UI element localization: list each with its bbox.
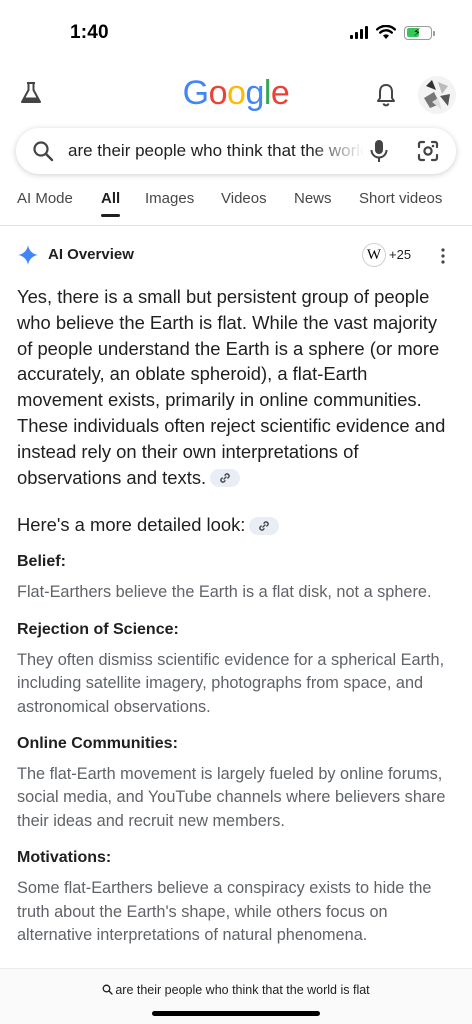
tab-label: All xyxy=(101,190,121,207)
more-options-icon[interactable] xyxy=(440,248,446,264)
search-input[interactable]: are their people who think that the worl… xyxy=(68,141,364,161)
ai-overview-content: Yes, there is a small but persistent gro… xyxy=(17,284,457,947)
citation-link-chip[interactable] xyxy=(210,468,241,487)
labs-flask-icon[interactable] xyxy=(18,80,44,106)
tab-label: News xyxy=(294,190,332,207)
source-count[interactable]: +25 xyxy=(389,247,411,262)
detailed-look-heading: Here's a more detailed look: xyxy=(17,513,457,537)
header: Google xyxy=(0,68,472,124)
search-icon xyxy=(33,141,54,162)
tab-label: Short videos xyxy=(359,190,443,207)
search-icon xyxy=(102,984,114,995)
avatar[interactable] xyxy=(418,76,456,114)
tab-all[interactable]: All xyxy=(101,190,121,217)
ai-overview-header: AI Overview W +25 xyxy=(16,240,456,270)
section-title: Rejection of Science: xyxy=(17,620,179,638)
tab-label: Videos xyxy=(221,190,267,207)
microphone-icon[interactable] xyxy=(368,139,390,163)
detail-section-rejection-of-science: Rejection of Science: They often dismiss… xyxy=(17,619,457,719)
wikipedia-source-icon[interactable]: W xyxy=(362,243,386,267)
section-title: Belief: xyxy=(17,553,66,571)
tab-news[interactable]: News xyxy=(294,190,332,207)
search-bar[interactable]: are their people who think that the worl… xyxy=(16,128,456,174)
link-icon xyxy=(220,472,230,483)
ai-overview-title: AI Overview xyxy=(48,246,134,263)
detail-section-belief: Belief: Flat-Earthers believe the Earth … xyxy=(17,551,457,604)
tab-ai-mode[interactable]: AI Mode xyxy=(17,190,73,207)
section-title: Online Communities: xyxy=(17,735,178,752)
logo-letter: G xyxy=(182,74,209,112)
bottom-url-bar[interactable]: are their people who think that the worl… xyxy=(0,968,472,1024)
google-logo[interactable]: Google xyxy=(183,74,290,113)
section-body: They often dismiss scientific evidence f… xyxy=(17,650,445,716)
section-title: Motivations: xyxy=(17,849,112,867)
section-body: Some flat-Earthers believe a conspiracy … xyxy=(17,879,432,945)
tab-images[interactable]: Images xyxy=(145,190,194,207)
citation-link-chip[interactable] xyxy=(249,516,280,535)
tab-videos[interactable]: Videos xyxy=(221,190,267,207)
ai-sparkle-icon xyxy=(18,245,38,265)
detail-section-online-communities: Online Communities: The flat-Earth movem… xyxy=(17,733,457,833)
link-icon xyxy=(259,520,270,531)
battery-icon: ⚡ xyxy=(404,25,435,40)
google-lens-icon[interactable] xyxy=(416,139,440,163)
status-icons: ⚡ xyxy=(350,25,435,40)
ai-overview-summary: Yes, there is a small but persistent gro… xyxy=(17,284,457,490)
tab-label: Images xyxy=(145,190,195,207)
tab-short-videos[interactable]: Short videos xyxy=(359,190,442,207)
active-tab-indicator xyxy=(101,214,121,217)
summary-text: Yes, there is a small but persistent gro… xyxy=(17,286,446,488)
logo-letter: l xyxy=(263,74,272,112)
home-indicator[interactable] xyxy=(152,1011,320,1016)
bottom-query-text: are their people who think that the worl… xyxy=(115,983,370,997)
logo-letter: g xyxy=(245,74,264,112)
section-body: The flat-Earth movement is largely fuele… xyxy=(17,765,446,830)
logo-letter: o xyxy=(227,74,246,112)
section-body: Flat-Earthers believe the Earth is a fla… xyxy=(17,583,432,602)
notifications-bell-icon[interactable] xyxy=(374,82,398,108)
logo-letter: o xyxy=(208,74,228,112)
detailed-look-text: Here's a more detailed look: xyxy=(17,514,246,536)
avatar-image xyxy=(418,76,456,114)
detail-section-motivations: Motivations: Some flat-Earthers believe … xyxy=(17,847,457,947)
search-tabs: AI Mode All Images Videos News Short vid… xyxy=(0,186,472,226)
status-time: 1:40 xyxy=(70,22,109,43)
logo-letter: e xyxy=(270,74,290,112)
bottom-query[interactable]: are their people who think that the worl… xyxy=(0,983,472,997)
status-bar: 1:40 ⚡ xyxy=(0,0,472,62)
wifi-icon xyxy=(376,25,396,39)
tab-label: AI Mode xyxy=(17,190,73,207)
cellular-signal-icon xyxy=(350,26,368,39)
